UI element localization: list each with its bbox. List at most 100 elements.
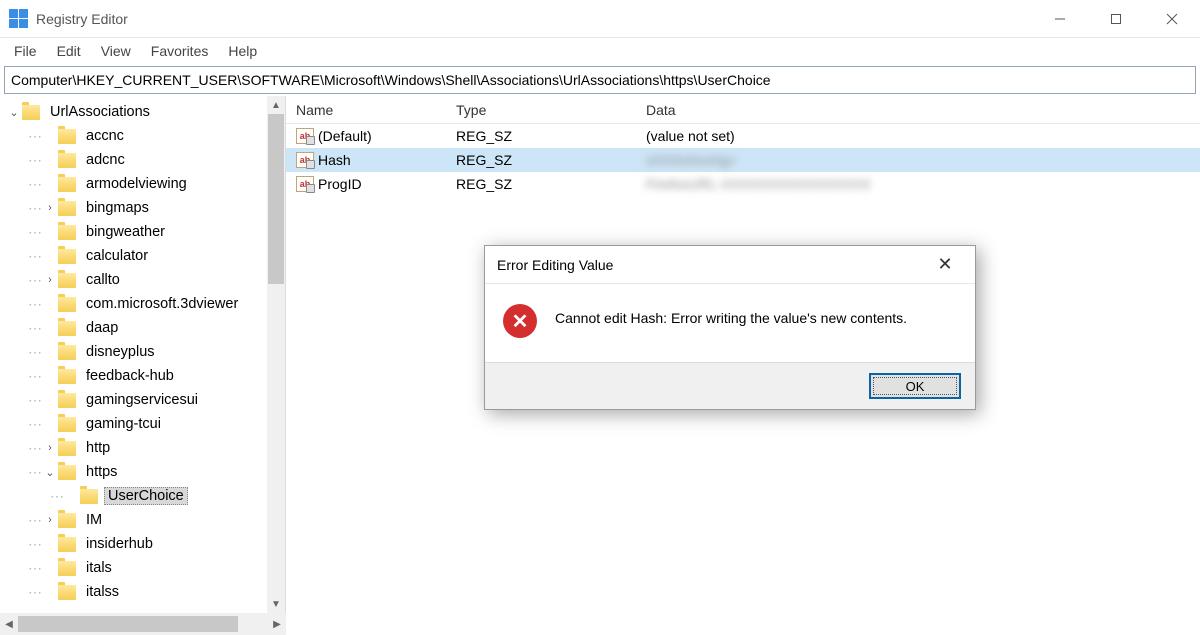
tree-item[interactable]: ⋯feedback-hub: [0, 364, 267, 388]
window-title: Registry Editor: [36, 11, 128, 27]
scroll-down-icon[interactable]: ▼: [267, 595, 285, 613]
folder-icon: [58, 393, 76, 408]
tree-item-label: com.microsoft.3dviewer: [82, 295, 242, 313]
tree-item[interactable]: ⋯adcnc: [0, 148, 267, 172]
tree-item-label: calculator: [82, 247, 152, 265]
tree-item[interactable]: ⋯›IM: [0, 508, 267, 532]
scroll-right-icon[interactable]: ▶: [268, 613, 286, 635]
tree-item[interactable]: ⋯daap: [0, 316, 267, 340]
tree-item-label: callto: [82, 271, 124, 289]
column-data[interactable]: Data: [636, 96, 1200, 123]
column-type[interactable]: Type: [446, 96, 636, 123]
chevron-right-icon[interactable]: ›: [42, 514, 58, 526]
tree-item-label: IM: [82, 511, 106, 529]
tree-vertical-scrollbar[interactable]: ▲ ▼: [267, 96, 285, 613]
value-row[interactable]: abHash REG_SZ xXXXxXxxXg=: [286, 148, 1200, 172]
folder-icon: [80, 489, 98, 504]
menu-file[interactable]: File: [6, 41, 45, 61]
folder-icon: [58, 345, 76, 360]
tree-item[interactable]: ⋯bingweather: [0, 220, 267, 244]
folder-icon: [58, 201, 76, 216]
chevron-right-icon[interactable]: ›: [42, 442, 58, 454]
folder-icon: [58, 249, 76, 264]
tree-horizontal-scrollbar[interactable]: ◀ ▶: [0, 613, 286, 635]
tree-item-label: gamingservicesui: [82, 391, 202, 409]
tree-item[interactable]: ⋯gaming-tcui: [0, 412, 267, 436]
dialog-message: Cannot edit Hash: Error writing the valu…: [555, 304, 907, 326]
dialog-close-button[interactable]: ✕: [927, 247, 963, 283]
tree-item[interactable]: ⋯accnc: [0, 124, 267, 148]
tree-item-label: bingweather: [82, 223, 169, 241]
tree-item[interactable]: ⋯›http: [0, 436, 267, 460]
values-header[interactable]: Name Type Data: [286, 96, 1200, 124]
tree-item[interactable]: ⋯com.microsoft.3dviewer: [0, 292, 267, 316]
tree-item[interactable]: ⌄UrlAssociations: [0, 100, 267, 124]
menu-favorites[interactable]: Favorites: [143, 41, 217, 61]
column-name[interactable]: Name: [286, 96, 446, 123]
tree-item-label: https: [82, 463, 121, 481]
tree-item[interactable]: ⋯›bingmaps: [0, 196, 267, 220]
address-bar[interactable]: Computer\HKEY_CURRENT_USER\SOFTWARE\Micr…: [4, 66, 1196, 94]
value-row[interactable]: abProgID REG_SZ FirefoxURL-XXXXXXXXXXXXX…: [286, 172, 1200, 196]
scroll-up-icon[interactable]: ▲: [267, 96, 285, 114]
tree-item-label: italss: [82, 583, 123, 601]
folder-icon: [58, 225, 76, 240]
tree-item[interactable]: ⋯insiderhub: [0, 532, 267, 556]
maximize-button[interactable]: [1088, 0, 1144, 38]
tree-item-label: UserChoice: [104, 487, 188, 505]
string-value-icon: ab: [296, 176, 314, 192]
value-data: (value not set): [646, 128, 735, 144]
scroll-thumb-h[interactable]: [18, 616, 238, 632]
value-row[interactable]: ab(Default) REG_SZ (value not set): [286, 124, 1200, 148]
folder-icon: [58, 273, 76, 288]
error-dialog: Error Editing Value ✕ ✕ Cannot edit Hash…: [484, 245, 976, 410]
tree-item[interactable]: ⋯gamingservicesui: [0, 388, 267, 412]
tree-item-label: gaming-tcui: [82, 415, 165, 433]
tree-item-label: adcnc: [82, 151, 129, 169]
chevron-right-icon[interactable]: ›: [42, 202, 58, 214]
tree-pane: ⌄UrlAssociations⋯accnc⋯adcnc⋯armodelview…: [0, 96, 286, 613]
dialog-title-text: Error Editing Value: [497, 257, 613, 273]
value-name: (Default): [318, 128, 372, 144]
close-button[interactable]: [1144, 0, 1200, 38]
folder-icon: [22, 105, 40, 120]
folder-icon: [58, 513, 76, 528]
tree-item[interactable]: ⋯calculator: [0, 244, 267, 268]
value-type: REG_SZ: [456, 128, 512, 144]
folder-icon: [58, 297, 76, 312]
ok-button[interactable]: OK: [869, 373, 961, 399]
menu-help[interactable]: Help: [220, 41, 265, 61]
app-icon: [8, 9, 28, 29]
folder-icon: [58, 369, 76, 384]
folder-icon: [58, 585, 76, 600]
string-value-icon: ab: [296, 152, 314, 168]
chevron-right-icon[interactable]: ›: [42, 274, 58, 286]
menubar: File Edit View Favorites Help: [0, 38, 1200, 64]
value-name: ProgID: [318, 176, 362, 192]
folder-icon: [58, 537, 76, 552]
tree-item[interactable]: ⋯⌄https: [0, 460, 267, 484]
error-icon: ✕: [503, 304, 537, 338]
tree-item[interactable]: ⋯UserChoice: [0, 484, 267, 508]
folder-icon: [58, 441, 76, 456]
menu-edit[interactable]: Edit: [49, 41, 89, 61]
tree-item-label: disneyplus: [82, 343, 159, 361]
tree-item[interactable]: ⋯›callto: [0, 268, 267, 292]
tree-item[interactable]: ⋯disneyplus: [0, 340, 267, 364]
value-data: xXXXxXxxXg=: [646, 152, 737, 168]
tree-item[interactable]: ⋯italss: [0, 580, 267, 604]
chevron-down-icon[interactable]: ⌄: [42, 466, 58, 479]
folder-icon: [58, 465, 76, 480]
folder-icon: [58, 129, 76, 144]
minimize-button[interactable]: [1032, 0, 1088, 38]
string-value-icon: ab: [296, 128, 314, 144]
menu-view[interactable]: View: [93, 41, 139, 61]
address-text: Computer\HKEY_CURRENT_USER\SOFTWARE\Micr…: [11, 72, 771, 88]
folder-icon: [58, 177, 76, 192]
folder-icon: [58, 561, 76, 576]
folder-icon: [58, 153, 76, 168]
tree-item[interactable]: ⋯armodelviewing: [0, 172, 267, 196]
scroll-left-icon[interactable]: ◀: [0, 613, 18, 635]
tree-item[interactable]: ⋯itals: [0, 556, 267, 580]
scroll-thumb[interactable]: [268, 114, 284, 284]
